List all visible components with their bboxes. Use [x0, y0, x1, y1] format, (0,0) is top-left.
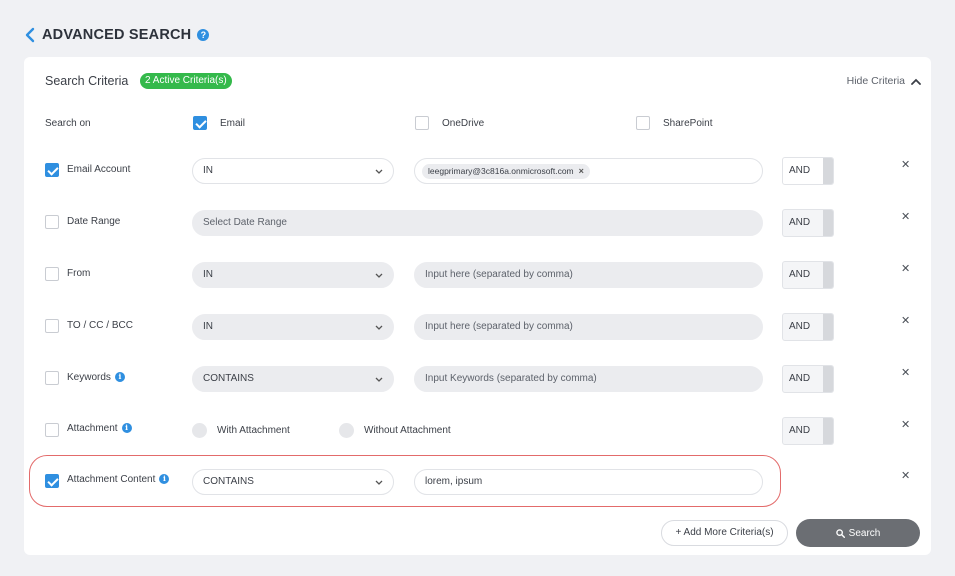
close-icon[interactable]: ✕ — [901, 366, 910, 379]
hide-criteria-label: Hide Criteria — [846, 75, 905, 87]
close-icon[interactable]: ✕ — [901, 158, 910, 171]
logic-toggle-handle — [823, 262, 833, 288]
close-icon[interactable]: ✕ — [901, 418, 910, 431]
keywords-label-text: Keywords — [67, 372, 111, 383]
attachment-content-label-text: Attachment Content — [67, 474, 156, 485]
to-cc-bcc-input[interactable]: Input here (separated by comma) — [414, 314, 763, 340]
page-title: ADVANCED SEARCH — [42, 27, 192, 43]
search-button[interactable]: Search — [796, 519, 920, 547]
search-on-email-checkbox[interactable] — [193, 116, 207, 130]
email-account-operator-value: IN — [203, 165, 213, 176]
from-logic-toggle[interactable]: AND — [782, 261, 834, 289]
email-account-label: Email Account — [67, 164, 131, 175]
search-button-label: Search — [848, 527, 881, 539]
from-input[interactable]: Input here (separated by comma) — [414, 262, 763, 288]
attachment-content-checkbox[interactable] — [45, 474, 59, 488]
from-logic-label: AND — [789, 269, 811, 280]
to-cc-bcc-logic-label: AND — [789, 321, 811, 332]
search-on-label: Search on — [45, 118, 91, 129]
attachment-label: Attachment i — [67, 423, 132, 434]
without-attachment-radio[interactable] — [339, 423, 354, 438]
date-range-checkbox[interactable] — [45, 215, 59, 229]
email-account-logic-toggle[interactable]: AND — [782, 157, 834, 185]
attachment-logic-label: AND — [789, 425, 811, 436]
attachment-content-operator-select[interactable]: CONTAINS — [192, 469, 394, 495]
logic-toggle-handle — [823, 418, 833, 444]
question-circle-icon[interactable]: ? — [197, 29, 210, 41]
to-cc-bcc-label: TO / CC / BCC — [67, 320, 133, 331]
attachment-content-value: lorem, ipsum — [425, 476, 483, 487]
with-attachment-label: With Attachment — [217, 425, 290, 436]
email-account-value-field[interactable]: leegprimary@3c816a.onmicrosoft.com × — [414, 158, 763, 184]
close-icon[interactable]: ✕ — [901, 469, 910, 482]
active-criteria-badge: 2 Active Criteria(s) — [140, 73, 232, 89]
from-label: From — [67, 268, 91, 279]
search-icon — [835, 528, 845, 538]
from-placeholder: Input here (separated by comma) — [425, 269, 573, 280]
with-attachment-radio[interactable] — [192, 423, 207, 438]
attachment-logic-toggle[interactable]: AND — [782, 417, 834, 445]
logic-toggle-handle — [823, 210, 833, 236]
keywords-operator-select[interactable]: CONTAINS — [192, 366, 394, 392]
attachment-content-operator-value: CONTAINS — [203, 476, 254, 487]
attachment-label-text: Attachment — [67, 423, 118, 434]
keywords-logic-toggle[interactable]: AND — [782, 365, 834, 393]
add-more-criteria-button[interactable]: + Add More Criteria(s) — [661, 520, 788, 546]
close-icon[interactable]: ✕ — [901, 262, 910, 275]
chevron-down-icon — [375, 377, 383, 382]
date-range-logic-label: AND — [789, 217, 811, 228]
keywords-logic-label: AND — [789, 373, 811, 384]
logic-toggle-handle — [823, 366, 833, 392]
email-account-operator-select[interactable]: IN — [192, 158, 394, 184]
hide-criteria-toggle[interactable]: Hide Criteria — [847, 75, 921, 87]
chevron-up-icon — [911, 78, 921, 85]
chevron-down-icon — [375, 169, 383, 174]
date-range-logic-toggle[interactable]: AND — [782, 209, 834, 237]
logic-toggle-handle — [823, 314, 833, 340]
email-account-chip-text: leegprimary@3c816a.onmicrosoft.com — [428, 166, 574, 176]
email-account-logic-label: AND — [789, 165, 811, 176]
email-account-checkbox[interactable] — [45, 163, 59, 177]
attachment-content-input[interactable]: lorem, ipsum — [414, 469, 763, 495]
close-icon[interactable]: × — [579, 164, 584, 179]
info-circle-icon[interactable]: i — [114, 372, 125, 383]
panel-title: Search Criteria — [45, 74, 129, 88]
to-cc-bcc-checkbox[interactable] — [45, 319, 59, 333]
to-cc-bcc-operator-value: IN — [203, 321, 213, 332]
chevron-down-icon — [375, 480, 383, 485]
attachment-checkbox[interactable] — [45, 423, 59, 437]
info-circle-icon[interactable]: i — [121, 423, 132, 434]
chevron-down-icon — [375, 273, 383, 278]
search-on-sharepoint-checkbox[interactable] — [636, 116, 650, 130]
keywords-placeholder: Input Keywords (separated by comma) — [425, 373, 597, 384]
page-header: ADVANCED SEARCH ? — [24, 24, 210, 46]
chevron-down-icon — [375, 325, 383, 330]
from-operator-value: IN — [203, 269, 213, 280]
search-criteria-panel: Search Criteria 2 Active Criteria(s) Hid… — [24, 57, 931, 555]
to-cc-bcc-logic-toggle[interactable]: AND — [782, 313, 834, 341]
from-checkbox[interactable] — [45, 267, 59, 281]
search-on-sharepoint-label: SharePoint — [663, 118, 713, 129]
info-circle-icon[interactable]: i — [159, 474, 170, 485]
search-on-onedrive-label: OneDrive — [442, 118, 485, 129]
date-range-label: Date Range — [67, 216, 121, 227]
search-on-email-label: Email — [220, 118, 246, 129]
attachment-content-label: Attachment Content i — [67, 474, 170, 485]
keywords-checkbox[interactable] — [45, 371, 59, 385]
logic-toggle-handle — [823, 158, 833, 184]
keywords-label: Keywords i — [67, 372, 125, 383]
date-range-placeholder: Select Date Range — [203, 217, 287, 228]
to-cc-bcc-placeholder: Input here (separated by comma) — [425, 321, 573, 332]
chevron-left-icon[interactable] — [24, 27, 36, 43]
to-cc-bcc-operator-select[interactable]: IN — [192, 314, 394, 340]
close-icon[interactable]: ✕ — [901, 314, 910, 327]
date-range-field[interactable]: Select Date Range — [192, 210, 763, 236]
from-operator-select[interactable]: IN — [192, 262, 394, 288]
search-on-onedrive-checkbox[interactable] — [415, 116, 429, 130]
close-icon[interactable]: ✕ — [901, 210, 910, 223]
keywords-input[interactable]: Input Keywords (separated by comma) — [414, 366, 763, 392]
keywords-operator-value: CONTAINS — [203, 373, 254, 384]
without-attachment-label: Without Attachment — [364, 425, 451, 436]
email-account-chip: leegprimary@3c816a.onmicrosoft.com × — [422, 164, 590, 179]
